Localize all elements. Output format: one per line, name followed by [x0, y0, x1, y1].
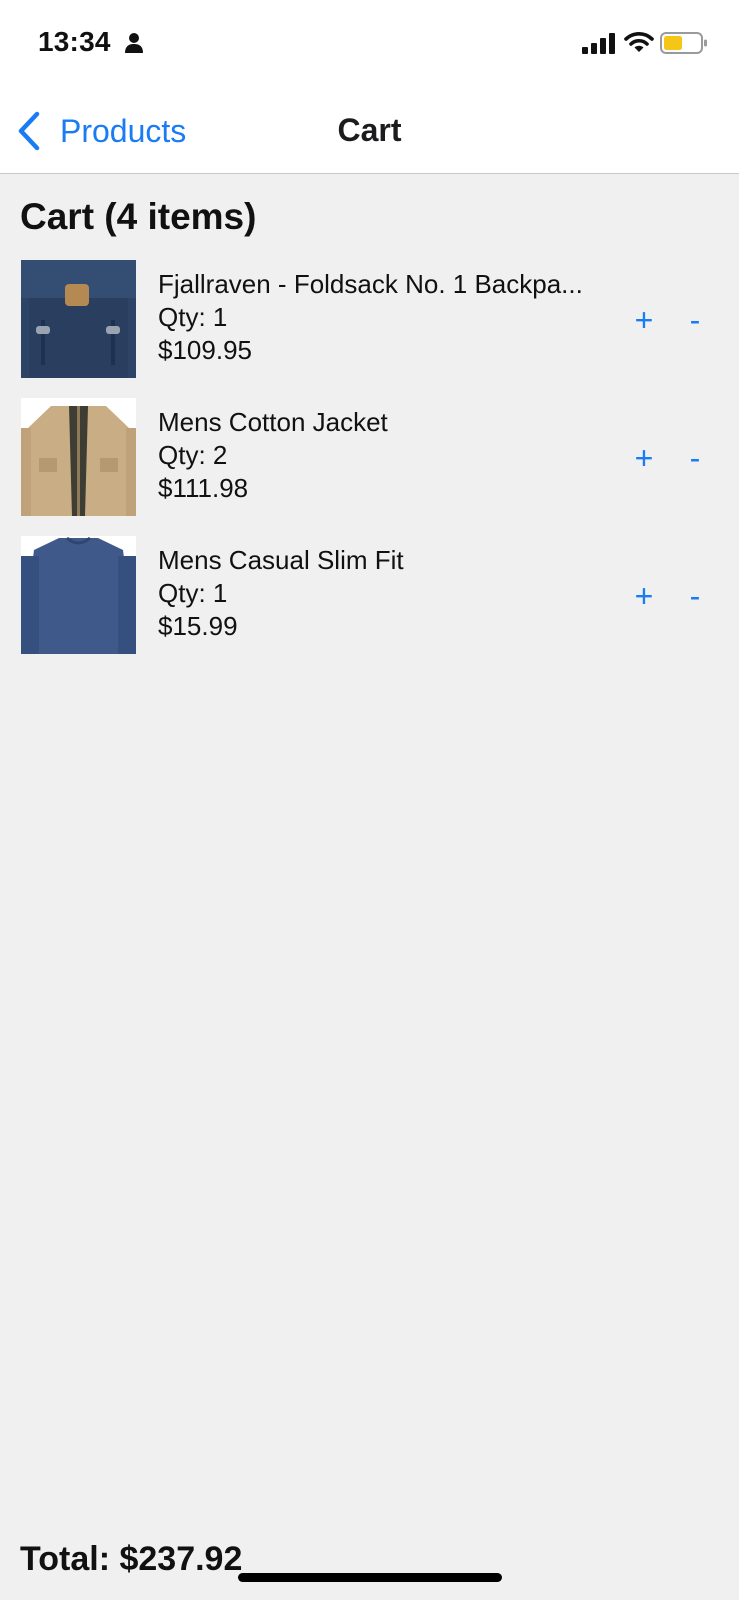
product-image-shirt	[21, 536, 136, 654]
item-qty: Qty: 2	[158, 440, 228, 470]
item-name: Fjallraven - Foldsack No. 1 Backpa...	[158, 269, 583, 299]
increase-qty-button[interactable]: +	[626, 300, 662, 340]
cart-list: Fjallraven - Foldsack No. 1 Backpa... Qt…	[0, 260, 739, 674]
product-image-jacket	[21, 398, 136, 516]
person-icon	[125, 33, 143, 53]
item-qty: Qty: 1	[158, 578, 228, 608]
navigation-bar: Products Cart	[0, 88, 739, 174]
product-image-backpack	[21, 260, 136, 378]
increase-qty-button[interactable]: +	[626, 438, 662, 478]
battery-icon	[660, 32, 707, 54]
item-info: Mens Cotton Jacket Qty: 2 $111.98	[158, 406, 613, 505]
decrease-qty-button[interactable]: -	[677, 300, 713, 340]
cart-total: Total: $237.92	[20, 1540, 243, 1578]
item-name: Mens Casual Slim Fit	[158, 545, 404, 575]
item-name: Mens Cotton Jacket	[158, 407, 388, 437]
item-price: $109.95	[158, 335, 252, 365]
item-price: $15.99	[158, 611, 238, 641]
signal-icon	[582, 33, 615, 54]
decrease-qty-button[interactable]: -	[677, 576, 713, 616]
status-bar: 13:34	[0, 0, 739, 88]
status-time: 13:34	[38, 26, 111, 57]
cart-item: Mens Casual Slim Fit Qty: 1 $15.99 + -	[0, 536, 739, 674]
cart-item: Mens Cotton Jacket Qty: 2 $111.98 + -	[0, 398, 739, 536]
cart-heading: Cart (4 items)	[20, 196, 257, 237]
item-info: Fjallraven - Foldsack No. 1 Backpa... Qt…	[158, 268, 613, 367]
item-price: $111.98	[158, 473, 249, 503]
item-info: Mens Casual Slim Fit Qty: 1 $15.99	[158, 544, 613, 643]
cart-item: Fjallraven - Foldsack No. 1 Backpa... Qt…	[0, 260, 739, 398]
increase-qty-button[interactable]: +	[626, 576, 662, 616]
item-qty: Qty: 1	[158, 302, 228, 332]
wifi-icon	[624, 32, 654, 52]
page-title: Cart	[337, 112, 402, 148]
decrease-qty-button[interactable]: -	[677, 438, 713, 478]
home-indicator[interactable]	[238, 1573, 502, 1582]
